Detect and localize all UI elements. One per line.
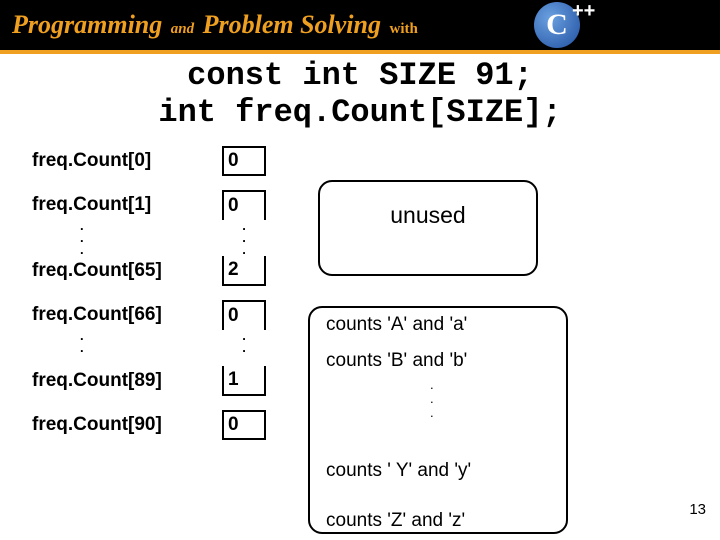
- ellipsis-icon: ...: [430, 378, 434, 420]
- header-word-with: with: [388, 21, 420, 37]
- page-number: 13: [689, 501, 706, 518]
- value-cell: 0: [222, 410, 266, 440]
- index-label: freq.Count[90]: [32, 414, 222, 436]
- callout-unused: unused: [318, 180, 538, 276]
- header-word-problem-solving: Problem Solving: [203, 10, 381, 39]
- callout-counts: counts 'A' and 'a' counts 'B' and 'b' ..…: [308, 306, 568, 534]
- index-label: freq.Count[1]: [32, 194, 222, 216]
- annotation-a: counts 'A' and 'a': [326, 312, 467, 338]
- value-cell: 0: [222, 190, 266, 220]
- value-cell: 2: [222, 256, 266, 286]
- index-label: freq.Count[0]: [32, 150, 222, 172]
- value-cell: 1: [222, 366, 266, 396]
- annotation-b: counts 'B' and 'b': [326, 348, 467, 374]
- title-line-2: int freq.Count[SIZE];: [158, 94, 561, 131]
- annotation-y: counts ' Y' and 'y': [326, 458, 471, 484]
- code-title: const int SIZE 91; int freq.Count[SIZE];: [18, 58, 702, 132]
- index-label: freq.Count[89]: [32, 370, 222, 392]
- annotation-z: counts 'Z' and 'z': [326, 508, 465, 534]
- slide-header: Programming and Problem Solving with C +…: [0, 0, 720, 50]
- index-label: freq.Count[66]: [32, 304, 222, 326]
- index-label: freq.Count[65]: [32, 260, 222, 282]
- title-line-1: const int SIZE 91;: [187, 57, 533, 94]
- header-word-programming: Programming: [12, 10, 162, 39]
- slide-body: const int SIZE 91; int freq.Count[SIZE];…: [0, 50, 720, 536]
- plus-plus: ++: [572, 0, 595, 23]
- value-cell: 0: [222, 146, 266, 176]
- table-row: freq.Count[0] 0: [32, 146, 702, 176]
- annotation-unused: unused: [390, 200, 465, 231]
- value-cell: 0: [222, 300, 266, 330]
- header-word-and: and: [169, 21, 196, 37]
- header-title: Programming and Problem Solving with: [12, 10, 420, 40]
- cpp-logo: C ++: [534, 2, 580, 48]
